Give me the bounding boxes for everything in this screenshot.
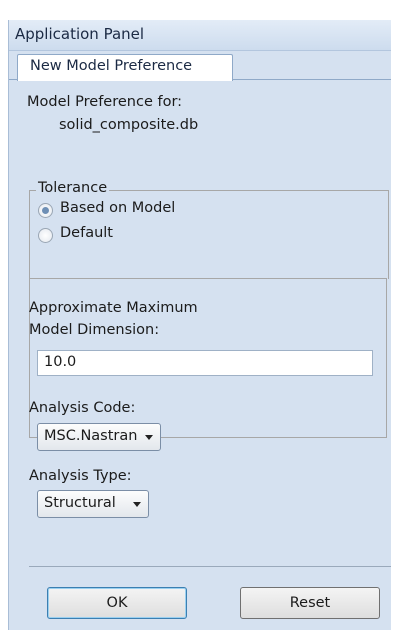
- analysis-type-value: Structural: [44, 495, 116, 511]
- divider: [29, 566, 391, 567]
- tolerance-default-radio[interactable]: [38, 228, 53, 243]
- tolerance-based-on-model-radio[interactable]: [38, 203, 53, 218]
- panel-title: Application Panel: [15, 25, 145, 43]
- tolerance-option-label: Default: [60, 225, 113, 241]
- tolerance-option-label: Based on Model: [60, 200, 176, 216]
- tab-label: New Model Preference: [30, 58, 193, 74]
- reset-button[interactable]: Reset: [240, 587, 380, 619]
- model-dimension-input[interactable]: 10.0: [37, 350, 373, 376]
- chevron-down-icon: [133, 502, 141, 507]
- tolerance-group-title: Tolerance: [36, 180, 110, 196]
- analysis-type-label: Analysis Type:: [29, 468, 132, 484]
- tab-new-model-preference[interactable]: New Model Preference: [17, 54, 233, 81]
- chevron-down-icon: [145, 435, 153, 440]
- preference-form: Model Preference for: solid_composite.db…: [17, 80, 391, 628]
- analysis-code-label: Analysis Code:: [29, 400, 136, 416]
- application-panel: Application Panel New Model Preference M…: [8, 20, 391, 630]
- panel-header: Application Panel: [9, 20, 391, 51]
- analysis-code-value: MSC.Nastran: [44, 428, 138, 444]
- model-preference-label: Model Preference for:: [27, 94, 183, 110]
- dimension-label-line2: Model Dimension:: [29, 322, 160, 338]
- tolerance-group: Tolerance Based on Model Default: [29, 180, 389, 279]
- analysis-code-dropdown[interactable]: MSC.Nastran: [37, 423, 161, 451]
- model-filename: solid_composite.db: [59, 117, 199, 133]
- tab-strip: New Model Preference: [9, 51, 391, 81]
- dimension-label-line1: Approximate Maximum: [29, 300, 198, 316]
- ok-button[interactable]: OK: [47, 587, 187, 619]
- analysis-type-dropdown[interactable]: Structural: [37, 490, 149, 518]
